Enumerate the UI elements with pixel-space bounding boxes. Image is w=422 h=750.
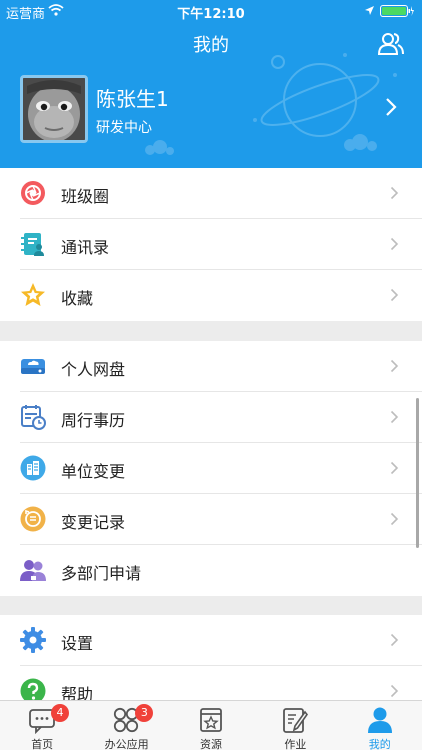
menu-label: 收藏 [61,289,94,308]
tab-resources[interactable]: 资源 [169,701,253,750]
menu-label: 周行事历 [61,411,126,430]
notification-badge: 3 [135,704,154,722]
chevron-right-icon [390,186,399,200]
chevron-right-icon [390,684,399,698]
chevron-right-icon [390,512,399,526]
tab-home[interactable]: 4 首页 [0,701,84,750]
tab-label: 首页 [31,738,54,750]
page-title: 我的 [193,35,229,56]
address-book-icon [21,233,44,256]
tab-mine[interactable]: 我的 [338,701,422,750]
homework-edit-icon [283,708,309,733]
scrollbar[interactable] [416,398,419,548]
contacts-icon[interactable] [378,30,404,56]
profile-card[interactable]: 陈张生1 研发中心 [0,70,422,168]
person-icon [367,707,392,733]
battery-icon [380,5,414,17]
tab-label: 我的 [368,738,391,750]
menu-item-settings[interactable]: 设置 [0,615,422,666]
location-arrow-icon [365,6,374,15]
star-icon [21,283,45,306]
menu-item-change-record[interactable]: 变更记录 [0,494,422,545]
cloud-drive-icon [21,359,45,374]
menu-label: 班级圈 [61,187,110,206]
menu-group-3: 设置 帮助 [0,615,422,700]
menu-label: 多部门申请 [61,564,142,583]
calendar-clock-icon [21,405,46,430]
avatar[interactable] [20,75,88,143]
menu-item-personal-drive[interactable]: 个人网盘 [0,341,422,392]
menu-item-multi-department[interactable]: 多部门申请 [0,545,422,596]
menu-item-help[interactable]: 帮助 [0,666,422,700]
user-name: 陈张生1 [96,87,169,111]
status-bar: 运营商 下午12:10 [0,0,422,22]
tab-bar: 4 首页 3 办公应用 资源 作业 我的 [0,700,422,750]
tab-homework[interactable]: 作业 [253,701,337,750]
building-icon [20,455,46,481]
menu-group-2: 个人网盘 周行事历 单位变更 变更记录 多部门申请 [0,341,422,596]
menu-item-unit-change[interactable]: 单位变更 [0,443,422,494]
menu-group-1: 班级圈 通讯录 收藏 [0,168,422,321]
profile-header: 运营商 下午12:10 我的 陈张生1 研发中心 [0,0,422,168]
chevron-right-icon [390,461,399,475]
tab-label: 资源 [199,738,222,750]
chevron-right-icon [390,633,399,647]
status-time: 下午12:10 [177,7,245,22]
record-icon [20,506,46,532]
menu-item-class-circle[interactable]: 班级圈 [0,168,422,219]
menu-label: 帮助 [61,685,94,700]
chevron-right-icon [390,359,399,373]
tab-office-apps[interactable]: 3 办公应用 [84,701,168,750]
chevron-right-icon [386,98,397,116]
menu-label: 变更记录 [61,513,126,532]
menu-label: 个人网盘 [61,360,126,379]
resources-star-icon [199,708,222,732]
menu-item-address-book[interactable]: 通讯录 [0,219,422,270]
menu-label: 单位变更 [61,462,126,481]
tab-label: 办公应用 [104,738,149,750]
tab-label: 作业 [284,738,307,750]
group-icon [20,560,46,581]
help-icon [20,678,46,700]
chevron-right-icon [390,410,399,424]
notification-badge: 4 [51,704,69,722]
menu-label: 设置 [61,634,94,653]
gear-icon [20,627,46,653]
chevron-right-icon [390,237,399,251]
chevron-right-icon [390,288,399,302]
menu-label: 通讯录 [61,238,110,257]
camera-aperture-icon [21,181,45,205]
menu-item-weekly-calendar[interactable]: 周行事历 [0,392,422,443]
user-department: 研发中心 [96,120,152,136]
menu-item-favorites[interactable]: 收藏 [0,270,422,321]
